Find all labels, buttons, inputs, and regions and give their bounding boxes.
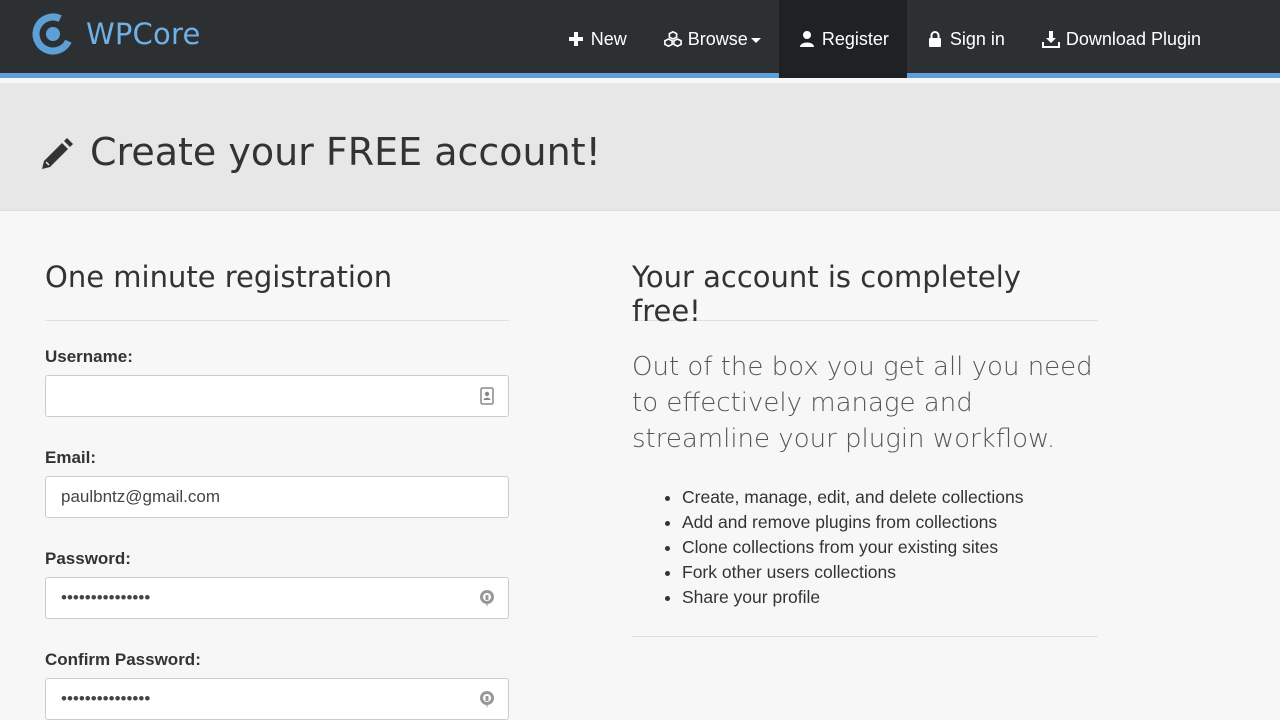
list-item: Clone collections from your existing sit…	[682, 535, 1098, 560]
user-icon	[797, 29, 817, 49]
nav-download-plugin[interactable]: Download Plugin	[1023, 0, 1219, 78]
username-label: Username:	[45, 347, 133, 366]
main-content: One minute registration Username: Email:…	[0, 211, 1280, 720]
brand-name: WPCore	[86, 17, 201, 51]
registration-heading: One minute registration	[45, 211, 509, 321]
email-input[interactable]	[45, 476, 509, 518]
list-item: Share your profile	[682, 585, 1098, 610]
registration-form: One minute registration Username: Email:…	[45, 211, 509, 720]
nav-browse-label: Browse	[687, 28, 748, 49]
list-item: Create, manage, edit, and delete collect…	[682, 485, 1098, 510]
nav-menu: New Browse Register Sign in Download Plu…	[548, 0, 1280, 78]
nav-sign-in-label: Sign in	[949, 28, 1005, 49]
email-label: Email:	[45, 448, 97, 467]
nav-register[interactable]: Register	[778, 0, 907, 78]
pencil-icon	[42, 138, 73, 169]
password-key-icon	[480, 590, 494, 607]
password-key-icon	[480, 691, 494, 708]
username-input[interactable]	[45, 375, 509, 417]
password-label: Password:	[45, 549, 131, 568]
caret-down-icon	[750, 38, 761, 43]
page-title: Create your FREE account!	[90, 130, 601, 174]
list-item: Fork other users collections	[682, 560, 1098, 585]
info-heading: Your account is completely free!	[632, 211, 1098, 328]
info-lead: Out of the box you get all you need to e…	[632, 352, 1093, 454]
nav-new[interactable]: New	[548, 0, 645, 78]
download-icon	[1041, 29, 1061, 49]
feature-list: Create, manage, edit, and delete collect…	[632, 485, 1098, 610]
top-navbar: WPCore New Browse Register Sign in Downl…	[0, 0, 1280, 78]
plus-icon	[566, 29, 586, 49]
wpcore-logo-icon	[32, 13, 74, 55]
list-item: Add and remove plugins from collections	[682, 510, 1098, 535]
password-input[interactable]	[45, 577, 509, 619]
divider	[632, 636, 1098, 637]
confirm-password-input[interactable]	[45, 678, 509, 720]
account-info: Your account is completely free! Out of …	[632, 211, 1098, 637]
nav-sign-in[interactable]: Sign in	[907, 0, 1023, 78]
brand-link[interactable]: WPCore	[30, 11, 200, 57]
lock-icon	[925, 29, 945, 49]
contact-card-icon	[480, 387, 494, 405]
confirm-password-label: Confirm Password:	[45, 650, 201, 669]
nav-browse-dropdown[interactable]: Browse	[645, 0, 779, 78]
nav-download-label: Download Plugin	[1065, 28, 1201, 49]
nav-new-label: New	[590, 28, 627, 49]
nav-register-label: Register	[821, 28, 889, 49]
cubes-icon	[663, 29, 683, 49]
